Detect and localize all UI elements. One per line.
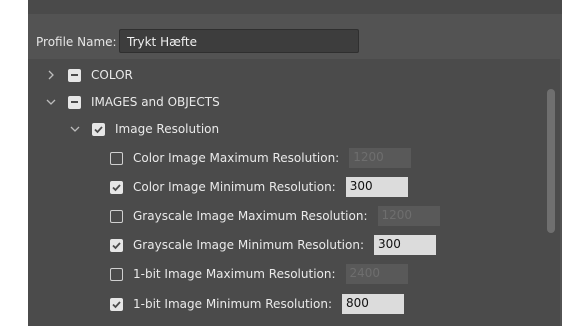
checkbox-checked-icon[interactable] [110, 297, 123, 311]
resolution-setting-row[interactable]: Grayscale Image Maximum Resolution: 1200 [110, 204, 440, 228]
resolution-input[interactable]: 300 [374, 235, 436, 255]
profile-name-input[interactable]: Trykt Hæfte [119, 29, 359, 53]
resolution-input[interactable]: 300 [345, 177, 408, 197]
checkbox-checked-icon[interactable] [110, 180, 123, 194]
tree-item-label: Image Resolution [115, 122, 220, 136]
preflight-profile-panel: Profile Name: Trykt Hæfte COLOR IMAGES a… [28, 0, 562, 326]
panel-top-bar [28, 0, 562, 14]
checkbox-unchecked-icon[interactable] [110, 151, 123, 165]
setting-label: Color Image Maximum Resolution: [133, 151, 340, 165]
checkbox-mixed-icon[interactable] [68, 68, 81, 82]
resolution-setting-row[interactable]: 1-bit Image Minimum Resolution: 800 [110, 292, 405, 316]
resolution-input[interactable]: 1200 [377, 206, 440, 226]
resolution-input[interactable]: 1200 [349, 148, 412, 168]
tree-item-color[interactable]: COLOR [46, 63, 133, 87]
checkbox-mixed-icon[interactable] [68, 95, 81, 109]
resolution-setting-row[interactable]: Color Image Maximum Resolution: 1200 [110, 146, 412, 170]
setting-label: Grayscale Image Minimum Resolution: [133, 238, 364, 252]
checkbox-unchecked-icon[interactable] [110, 209, 123, 223]
checkbox-checked-icon[interactable] [110, 238, 123, 252]
checkbox-checked-icon[interactable] [92, 122, 105, 136]
tree-item-label: COLOR [91, 68, 133, 82]
profile-name-label: Profile Name: [36, 35, 117, 49]
profile-tree: COLOR IMAGES and OBJECTS Image Resolutio… [28, 59, 560, 326]
setting-label: 1-bit Image Maximum Resolution: [133, 267, 336, 281]
resolution-setting-row[interactable]: Grayscale Image Minimum Resolution: 300 [110, 233, 436, 257]
setting-label: Color Image Minimum Resolution: [133, 180, 336, 194]
resolution-setting-row[interactable]: Color Image Minimum Resolution: 300 [110, 175, 408, 199]
setting-label: 1-bit Image Minimum Resolution: [133, 297, 333, 311]
chevron-down-icon[interactable] [70, 124, 80, 134]
resolution-input[interactable]: 800 [342, 294, 405, 314]
tree-item-label: IMAGES and OBJECTS [91, 95, 220, 109]
chevron-right-icon[interactable] [46, 70, 56, 80]
tree-item-image-resolution[interactable]: Image Resolution [70, 117, 219, 141]
checkbox-unchecked-icon[interactable] [110, 267, 123, 281]
tree-item-images-and-objects[interactable]: IMAGES and OBJECTS [46, 90, 220, 114]
chevron-down-icon[interactable] [46, 97, 56, 107]
vertical-scrollbar[interactable] [547, 89, 555, 233]
setting-label: Grayscale Image Maximum Resolution: [133, 209, 368, 223]
resolution-setting-row[interactable]: 1-bit Image Maximum Resolution: 2400 [110, 262, 408, 286]
resolution-input[interactable]: 2400 [345, 264, 408, 284]
